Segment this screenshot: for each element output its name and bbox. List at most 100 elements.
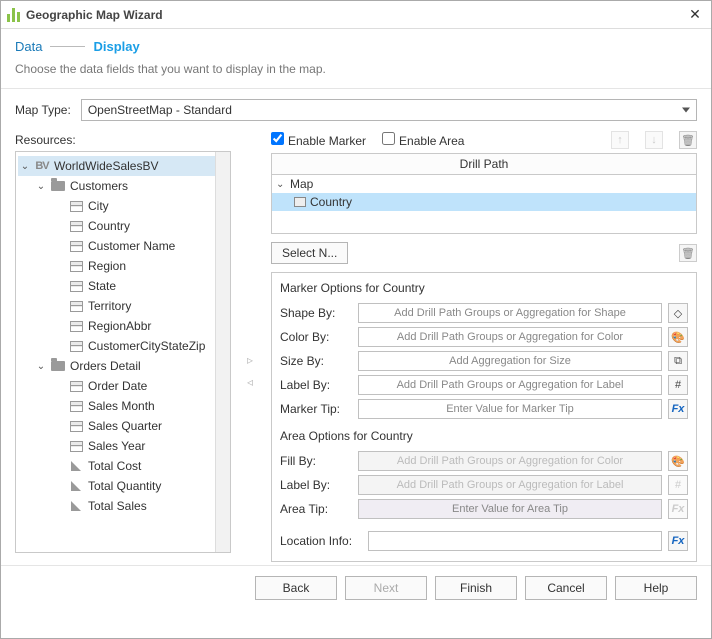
tree-folder-customers[interactable]: ⌄ Customers	[18, 176, 228, 196]
tree-field[interactable]: RegionAbbr	[18, 316, 228, 336]
drill-path-header: Drill Path	[272, 154, 696, 175]
enable-marker-checkbox[interactable]: Enable Marker	[271, 132, 366, 148]
color-edit-button[interactable]: 🎨	[668, 327, 688, 347]
label-edit-button[interactable]: #	[668, 375, 688, 395]
chevron-down-icon	[682, 108, 690, 113]
shape-edit-button[interactable]: ◇	[668, 303, 688, 323]
delete-selection-button[interactable]: 🗑	[679, 244, 697, 262]
enable-area-checkbox[interactable]: Enable Area	[382, 132, 464, 148]
location-info-label: Location Info:	[280, 534, 362, 548]
size-by-label: Size By:	[280, 354, 352, 368]
map-type-label: Map Type:	[15, 103, 71, 117]
label-by-input[interactable]: Add Drill Path Groups or Aggregation for…	[358, 375, 662, 395]
marker-tip-input[interactable]: Enter Value for Marker Tip	[358, 399, 662, 419]
tree-field[interactable]: Sales Year	[18, 436, 228, 456]
tree-field[interactable]: Sales Quarter	[18, 416, 228, 436]
title-bar: Geographic Map Wizard ✕	[1, 1, 711, 29]
drill-row-map[interactable]: ⌄Map	[272, 175, 696, 193]
step-data[interactable]: Data	[15, 39, 42, 54]
color-by-input[interactable]: Add Drill Path Groups or Aggregation for…	[358, 327, 662, 347]
folder-icon	[51, 361, 65, 371]
area-options-title: Area Options for Country	[280, 429, 688, 443]
tree-root[interactable]: ⌄ BV WorldWideSalesBV	[18, 156, 228, 176]
color-by-label: Color By:	[280, 330, 352, 344]
wizard-steps: Data Display	[1, 29, 711, 58]
map-type-value: OpenStreetMap - Standard	[88, 103, 232, 117]
resources-tree[interactable]: ⌄ BV WorldWideSalesBV ⌄ Customers City C…	[15, 151, 231, 553]
field-icon	[70, 281, 83, 292]
size-edit-button[interactable]: ⧉	[668, 351, 688, 371]
tree-folder-label: Orders Detail	[70, 359, 141, 373]
area-tip-input[interactable]: Enter Value for Area Tip	[358, 499, 662, 519]
move-right-button[interactable]: ▹	[241, 353, 259, 369]
marker-options-title: Marker Options for Country	[280, 281, 688, 295]
measure-icon	[71, 481, 81, 491]
collapse-icon[interactable]: ⌄	[36, 181, 46, 192]
field-icon	[70, 241, 83, 252]
finish-button[interactable]: Finish	[435, 576, 517, 600]
map-type-row: Map Type: OpenStreetMap - Standard	[1, 89, 711, 131]
map-type-combo[interactable]: OpenStreetMap - Standard	[81, 99, 697, 121]
tree-field[interactable]: Sales Month	[18, 396, 228, 416]
field-icon	[70, 341, 83, 352]
field-icon	[70, 421, 83, 432]
back-button[interactable]: Back	[255, 576, 337, 600]
drill-path-list[interactable]: ⌄Map Country	[272, 175, 696, 233]
drill-row-country[interactable]: Country	[272, 193, 696, 211]
select-n-button[interactable]: Select N...	[271, 242, 348, 264]
help-button[interactable]: Help	[615, 576, 697, 600]
delete-button[interactable]: 🗑	[679, 131, 697, 149]
tree-folder-orders[interactable]: ⌄ Orders Detail	[18, 356, 228, 376]
next-button: Next	[345, 576, 427, 600]
tree-field[interactable]: City	[18, 196, 228, 216]
move-down-button[interactable]: ↓	[645, 131, 663, 149]
move-left-button[interactable]: ◃	[241, 375, 259, 391]
step-divider	[50, 46, 85, 47]
collapse-icon[interactable]: ⌄	[20, 161, 30, 172]
area-tip-label: Area Tip:	[280, 502, 352, 516]
field-icon	[70, 381, 83, 392]
field-icon	[70, 441, 83, 452]
cancel-button[interactable]: Cancel	[525, 576, 607, 600]
field-icon	[70, 201, 83, 212]
tree-field[interactable]: State	[18, 276, 228, 296]
area-label-edit-button: #	[668, 475, 688, 495]
move-up-button[interactable]: ↑	[611, 131, 629, 149]
tree-field[interactable]: Region	[18, 256, 228, 276]
location-info-input[interactable]	[368, 531, 662, 551]
wizard-footer: Back Next Finish Cancel Help	[1, 565, 711, 610]
fill-by-input: Add Drill Path Groups or Aggregation for…	[358, 451, 662, 471]
wizard-subtitle: Choose the data fields that you want to …	[1, 58, 711, 89]
close-button[interactable]: ✕	[685, 6, 705, 23]
tree-field[interactable]: CustomerCityStateZip	[18, 336, 228, 356]
tree-field[interactable]: Territory	[18, 296, 228, 316]
window-title: Geographic Map Wizard	[26, 8, 685, 22]
field-icon	[70, 221, 83, 232]
tree-folder-label: Customers	[70, 179, 128, 193]
tree-measure[interactable]: Total Cost	[18, 456, 228, 476]
area-label-by-input: Add Drill Path Groups or Aggregation for…	[358, 475, 662, 495]
folder-icon	[51, 181, 65, 191]
drill-path-box: Drill Path ⌄Map Country	[271, 153, 697, 234]
step-display[interactable]: Display	[93, 39, 139, 54]
area-tip-fx-button: Fx	[668, 499, 688, 519]
bv-icon: BV	[34, 159, 50, 173]
field-icon	[294, 197, 306, 207]
location-fx-button[interactable]: Fx	[668, 531, 688, 551]
fill-by-label: Fill By:	[280, 454, 352, 468]
tree-measure[interactable]: Total Quantity	[18, 476, 228, 496]
size-by-input[interactable]: Add Aggregation for Size	[358, 351, 662, 371]
tree-root-label: WorldWideSalesBV	[54, 159, 158, 173]
tree-field[interactable]: Customer Name	[18, 236, 228, 256]
collapse-icon[interactable]: ⌄	[36, 361, 46, 372]
tree-field[interactable]: Country	[18, 216, 228, 236]
tree-measure[interactable]: Total Sales	[18, 496, 228, 516]
marker-tip-fx-button[interactable]: Fx	[668, 399, 688, 419]
shape-by-input[interactable]: Add Drill Path Groups or Aggregation for…	[358, 303, 662, 323]
field-icon	[70, 321, 83, 332]
measure-icon	[71, 501, 81, 511]
label-by-label: Label By:	[280, 378, 352, 392]
tree-field[interactable]: Order Date	[18, 376, 228, 396]
field-icon	[70, 261, 83, 272]
shape-by-label: Shape By:	[280, 306, 352, 320]
